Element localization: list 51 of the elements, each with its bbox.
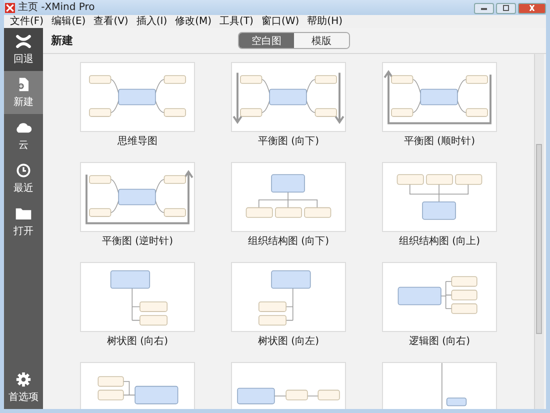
template-card[interactable] bbox=[231, 62, 346, 132]
template-card[interactable] bbox=[231, 162, 346, 232]
template-card[interactable] bbox=[382, 62, 497, 132]
tab[interactable]: 空白图 bbox=[239, 33, 294, 48]
settings-icon bbox=[15, 372, 32, 387]
template-label: 平衡图 (向下) bbox=[258, 136, 319, 148]
sidebar-item[interactable]: 打开 bbox=[4, 200, 43, 243]
menu-item[interactable]: 文件(F) bbox=[6, 15, 48, 28]
diagram-drawing bbox=[110, 270, 168, 326]
template-card[interactable] bbox=[80, 62, 195, 132]
menu-item[interactable]: 帮助(H) bbox=[303, 15, 346, 28]
sidebar-item[interactable]: 最近 bbox=[4, 157, 43, 200]
minimize-icon bbox=[479, 5, 489, 11]
menu-item[interactable]: 插入(I) bbox=[132, 15, 172, 28]
minimize-button[interactable] bbox=[474, 2, 494, 14]
scrollbar[interactable] bbox=[534, 54, 544, 409]
menu-item[interactable]: 编辑(E) bbox=[48, 15, 90, 28]
template-label: 逻辑图 (向右) bbox=[409, 336, 470, 348]
template-label: 组织结构图 (向上) bbox=[399, 236, 480, 248]
template-label: 组织结构图 (向下) bbox=[248, 236, 329, 248]
template-card[interactable] bbox=[231, 262, 346, 332]
close-icon bbox=[527, 5, 537, 11]
maximize-button[interactable] bbox=[496, 2, 516, 14]
sidebar-item[interactable]: 新建 bbox=[4, 71, 43, 114]
template-card[interactable] bbox=[80, 162, 195, 232]
page-title: 新建 bbox=[51, 33, 73, 48]
window-title: 主页 -XMind Pro bbox=[18, 2, 95, 14]
sidebar-item[interactable]: 云 bbox=[4, 114, 43, 157]
x-icon bbox=[15, 34, 32, 49]
template-label: 思维导图 bbox=[118, 136, 158, 148]
diagram-drawing bbox=[258, 270, 311, 326]
menu-item[interactable]: 查看(V) bbox=[90, 15, 132, 28]
app-logo-icon bbox=[5, 2, 15, 12]
cloud-icon bbox=[15, 120, 32, 135]
settings-button[interactable]: 首选项 bbox=[4, 366, 43, 409]
template-label: 树状图 (向左) bbox=[258, 336, 319, 348]
template-label: 平衡图 (顺时针) bbox=[404, 136, 475, 148]
template-label: 平衡图 (逆时针) bbox=[102, 236, 173, 248]
template-card[interactable] bbox=[382, 262, 497, 332]
menu-item[interactable]: 修改(M) bbox=[171, 15, 216, 28]
sidebar-item[interactable]: 回退 bbox=[4, 28, 43, 71]
close-button[interactable] bbox=[518, 2, 546, 14]
diagram-drawing bbox=[442, 363, 467, 409]
clock-icon bbox=[15, 163, 32, 178]
menu-item[interactable]: 工具(T) bbox=[216, 15, 258, 28]
template-card[interactable] bbox=[80, 262, 195, 332]
folder-icon bbox=[15, 206, 32, 221]
template-label: 树状图 (向右) bbox=[107, 336, 168, 348]
template-card[interactable] bbox=[382, 162, 497, 232]
menu-item[interactable]: 窗口(W) bbox=[257, 15, 304, 28]
maximize-icon bbox=[501, 5, 511, 11]
